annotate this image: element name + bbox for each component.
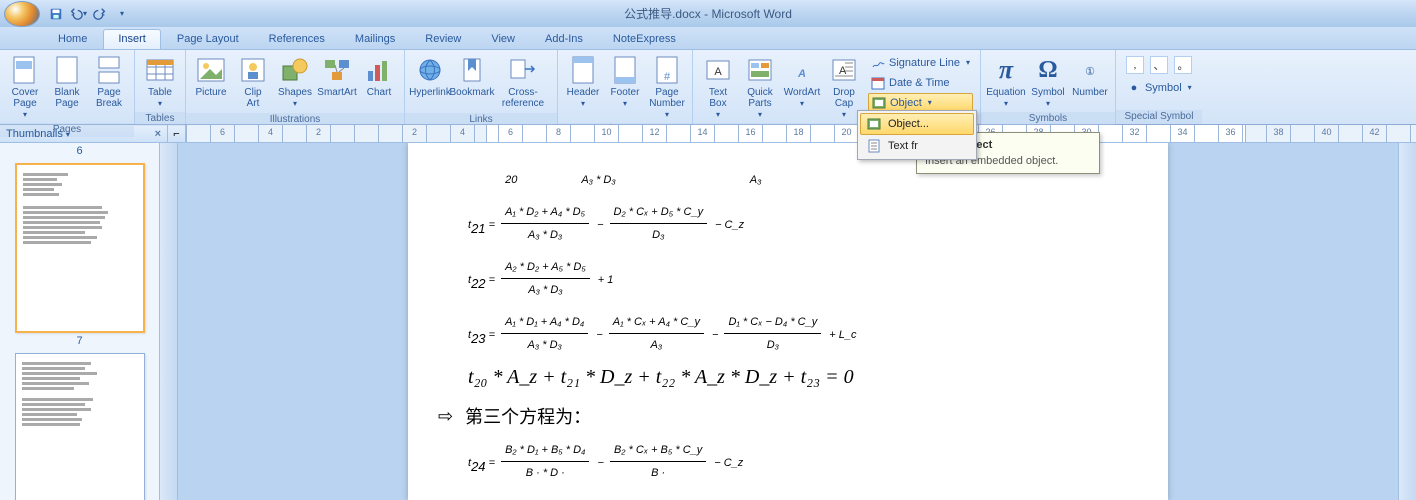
signature-icon [871, 56, 885, 70]
equation-t24: t24 = B₂ * D₁ + B₅ * D₄B · * D · − B₂ * … [468, 439, 1108, 484]
omega-icon: ● [1127, 81, 1141, 95]
svg-text:A: A [797, 68, 806, 80]
blank-page-button[interactable]: BlankPage [46, 52, 88, 111]
tab-home[interactable]: Home [44, 30, 101, 49]
heading-third-equation: ⇨ 第三个方程为： [438, 403, 1108, 429]
clipart-button[interactable]: ClipArt [232, 52, 274, 111]
svg-text:#: # [664, 71, 671, 83]
ruler-row: Thumbnails ▾ × ⌐ 64224681012141618202224… [0, 125, 1416, 143]
qat-customize-icon[interactable]: ▾ [112, 4, 132, 24]
redo-icon[interactable] [90, 4, 110, 24]
svg-text:①: ① [1085, 66, 1095, 78]
tab-insert[interactable]: Insert [103, 29, 161, 49]
object-dropdown-menu: Object... Text fr [857, 110, 977, 160]
ribbon: CoverPage▾ BlankPage PageBreak Pages Tab… [0, 49, 1416, 125]
vertical-scrollbar[interactable] [1398, 143, 1416, 500]
sym-period[interactable]: 。 [1174, 56, 1192, 74]
window-title: 公式推导.docx - Microsoft Word [624, 5, 792, 22]
thumbnails-pane-label: Thumbnails ▾ [0, 128, 149, 140]
tab-selector[interactable]: ⌐ [168, 125, 186, 142]
page: t20 = x20 xA₃ * D₃ xA₃ t21 = A₁ * D₂ + A… [408, 143, 1168, 500]
equation-t23: t23 = A₁ * D₁ + A₄ * D₄A₃ * D₃ − A₁ * Cₓ… [468, 311, 1108, 356]
horizontal-ruler[interactable]: 6422468101214161820222426283032343638404… [186, 125, 1416, 142]
workspace: 6 7 t20 = x20 xA₃ * D₃ x [0, 143, 1416, 500]
textbox-button[interactable]: ATextBox▾ [697, 52, 739, 121]
tab-review[interactable]: Review [411, 30, 475, 49]
thumbnails-pane: 6 7 [0, 143, 160, 500]
cover-page-button[interactable]: CoverPage▾ [4, 52, 46, 121]
tab-noteexpress[interactable]: NoteExpress [599, 30, 690, 49]
group-label-tables: Tables [135, 112, 185, 126]
group-pages: CoverPage▾ BlankPage PageBreak Pages [0, 50, 135, 124]
thumb-page-8[interactable] [15, 353, 145, 500]
hyperlink-button[interactable]: Hyperlink [409, 52, 451, 100]
save-icon[interactable] [46, 4, 66, 24]
sym-dun[interactable]: 、 [1150, 56, 1168, 74]
crossref-button[interactable]: Cross-reference [493, 52, 553, 111]
date-time-button[interactable]: Date & Time [868, 73, 973, 92]
symbol-button[interactable]: ΩSymbol▾ [1027, 52, 1069, 110]
equation-button[interactable]: πEquation▾ [985, 52, 1027, 110]
picture-button[interactable]: Picture [190, 52, 232, 100]
table-button[interactable]: Table▾ [139, 52, 181, 110]
group-label-special: Special Symbol [1116, 110, 1202, 124]
group-links: Hyperlink Bookmark Cross-reference Links [405, 50, 558, 124]
group-header-footer: Header▾ Footer▾ #PageNumber▾ Header & Fo… [558, 50, 693, 124]
signature-line-button[interactable]: Signature Line▾ [868, 53, 973, 72]
group-label-symbols: Symbols [981, 112, 1115, 126]
shapes-button[interactable]: Shapes▾ [274, 52, 316, 110]
thumb-page-7[interactable] [15, 163, 145, 333]
vertical-ruler[interactable] [160, 143, 178, 500]
quick-access-toolbar: ▾ ▾ [46, 4, 132, 24]
title-bar: ▾ ▾ 公式推导.docx - Microsoft Word [0, 0, 1416, 27]
tab-mailings[interactable]: Mailings [341, 30, 409, 49]
footer-button[interactable]: Footer▾ [604, 52, 646, 110]
office-button[interactable] [4, 1, 40, 27]
wordart-button[interactable]: AWordArt▾ [781, 52, 823, 110]
tab-page-layout[interactable]: Page Layout [163, 30, 253, 49]
calendar-icon [871, 76, 885, 90]
smartart-button[interactable]: SmartArt [316, 52, 358, 100]
bookmark-button[interactable]: Bookmark [451, 52, 493, 100]
document-area[interactable]: t20 = x20 xA₃ * D₃ xA₃ t21 = A₁ * D₂ + A… [178, 143, 1398, 500]
quickparts-button[interactable]: QuickParts▾ [739, 52, 781, 121]
tab-addins[interactable]: Add-Ins [531, 30, 597, 49]
ribbon-tabs: Home Insert Page Layout References Maili… [0, 27, 1416, 49]
page-break-button[interactable]: PageBreak [88, 52, 130, 111]
equation-t21: t21 = A₁ * D₂ + A₄ * D₅A₃ * D₃ − D₂ * Cₓ… [468, 201, 1108, 246]
chart-button[interactable]: Chart [358, 52, 400, 100]
special-symbol-grid[interactable]: , 、 。 [1120, 52, 1198, 78]
close-thumbnails-icon[interactable]: × [155, 128, 161, 140]
sym-comma[interactable]: , [1126, 56, 1144, 74]
svg-text:A: A [714, 66, 722, 78]
group-special-symbol: , 、 。 ●Symbol▾ Special Symbol [1116, 50, 1202, 124]
group-tables: Table▾ Tables [135, 50, 186, 124]
page-number-button[interactable]: #PageNumber▾ [646, 52, 688, 121]
tab-view[interactable]: View [477, 30, 529, 49]
group-symbols: πEquation▾ ΩSymbol▾ ①Number Symbols [981, 50, 1116, 124]
tab-references[interactable]: References [255, 30, 339, 49]
arrow-bullet-icon: ⇨ [438, 406, 453, 427]
thumb-page-7-label: 7 [6, 335, 153, 347]
text-file-icon [866, 138, 882, 154]
group-illustrations: Picture ClipArt Shapes▾ SmartArt Chart I… [186, 50, 405, 124]
menu-item-object[interactable]: Object... [860, 113, 974, 135]
object-icon [866, 116, 882, 132]
equation-sum: t₂₀ * A_z + t₂₁ * D_z + t₂₂ * A_z * D_z … [468, 366, 1108, 389]
undo-icon[interactable]: ▾ [68, 4, 88, 24]
object-icon [872, 96, 886, 110]
menu-item-text-from-file[interactable]: Text fr [860, 135, 974, 157]
equation-t22: t22 = A₂ * D₂ + A₅ * D₅A₃ * D₃ + 1 [468, 256, 1108, 301]
thumb-page-6-label: 6 [6, 145, 153, 157]
header-button[interactable]: Header▾ [562, 52, 604, 110]
symbol-dropdown-button[interactable]: ●Symbol▾ [1124, 78, 1198, 97]
number-button[interactable]: ①Number [1069, 52, 1111, 100]
